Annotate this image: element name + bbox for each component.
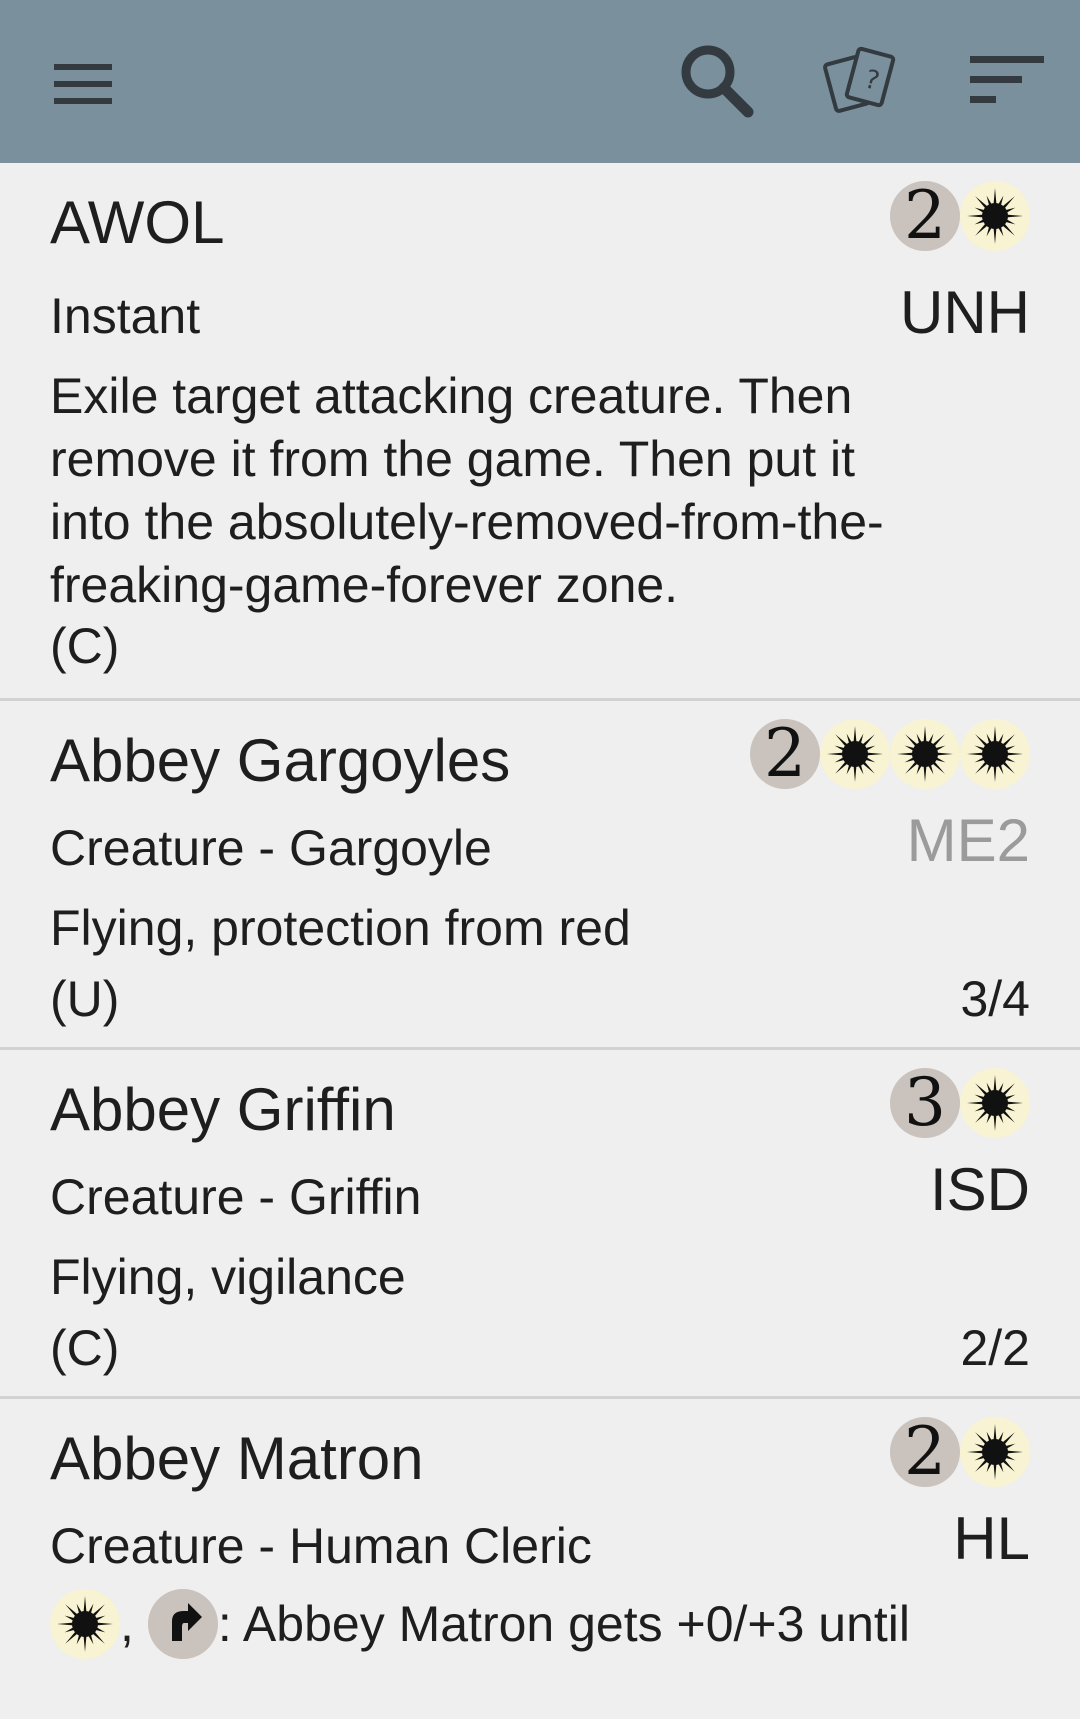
set-code: ISD — [929, 1156, 1030, 1223]
mana-cost: 3 — [890, 1068, 1030, 1138]
mana-cost: 2 — [890, 1417, 1030, 1487]
rules-text: Flying, vigilance — [50, 1246, 1030, 1309]
random-card-icon[interactable]: ? — [822, 40, 902, 120]
card-type: Creature - Human Cleric — [50, 1518, 592, 1574]
power-toughness: 3/4 — [960, 971, 1030, 1027]
power-toughness: 2/2 — [960, 1320, 1030, 1376]
set-code: ME2 — [906, 807, 1030, 874]
rarity: (C) — [50, 1320, 120, 1376]
set-code: UNH — [900, 279, 1030, 346]
menu-icon[interactable] — [44, 44, 124, 124]
card-list-item[interactable]: Abbey Matron 2 Creature - Human Cleric H… — [0, 1399, 1080, 1719]
mana-cost: 2 — [890, 181, 1030, 251]
tap-symbol-icon — [147, 1589, 218, 1659]
card-list: AWOL 2 Instant UNH Exile target attackin… — [0, 163, 1080, 1719]
generic-mana-symbol: 2 — [750, 719, 820, 789]
white-mana-icon — [890, 719, 960, 789]
card-name: AWOL — [50, 189, 225, 256]
rarity: (U) — [50, 971, 120, 1027]
rules-text: Exile target attacking creature. Then re… — [50, 365, 1030, 617]
white-mana-icon — [960, 1417, 1030, 1487]
white-mana-icon — [960, 719, 1030, 789]
white-mana-icon — [960, 1068, 1030, 1138]
rules-line: Flying, vigilance — [50, 1249, 406, 1305]
rules-line: remove it from the game. Then put it — [50, 431, 856, 487]
card-type: Creature - Griffin — [50, 1169, 422, 1225]
set-code: HL — [953, 1505, 1030, 1572]
rules-separator: , — [120, 1595, 134, 1652]
mana-cost: 2 — [750, 719, 1030, 789]
card-list-item[interactable]: Abbey Griffin 3 Creature - Griffin ISD F… — [0, 1050, 1080, 1399]
card-list-item[interactable]: AWOL 2 Instant UNH Exile target attackin… — [0, 163, 1080, 701]
rules-line: freaking-game-forever zone. — [50, 557, 679, 613]
card-type: Creature - Gargoyle — [50, 820, 492, 876]
card-type: Instant — [50, 288, 201, 344]
white-mana-icon — [960, 181, 1030, 251]
white-mana-icon — [820, 719, 890, 789]
card-name: Abbey Gargoyles — [50, 727, 511, 794]
white-mana-icon — [50, 1589, 120, 1659]
generic-mana-symbol: 2 — [890, 181, 960, 251]
sort-icon[interactable] — [968, 40, 1048, 120]
app-toolbar: ? — [0, 0, 1080, 163]
rules-line: : Abbey Matron gets +0/+3 until — [217, 1595, 911, 1652]
rules-line: into the absolutely-removed-from-the- — [50, 494, 884, 550]
card-list-item[interactable]: Abbey Gargoyles 2 Creature - Gargoyle ME… — [0, 701, 1080, 1050]
search-icon[interactable] — [676, 40, 756, 120]
rules-text: Flying, protection from red — [50, 897, 1030, 960]
card-name: Abbey Matron — [50, 1425, 424, 1492]
rarity: (C) — [50, 618, 120, 674]
rules-text: , : Abbey Matron gets +0/+3 until — [50, 1589, 1030, 1659]
rules-line: Exile target attacking creature. Then — [50, 368, 853, 424]
card-name: Abbey Griffin — [50, 1076, 396, 1143]
generic-mana-symbol: 3 — [890, 1068, 960, 1138]
generic-mana-symbol: 2 — [890, 1417, 960, 1487]
rules-line: Flying, protection from red — [50, 900, 631, 956]
